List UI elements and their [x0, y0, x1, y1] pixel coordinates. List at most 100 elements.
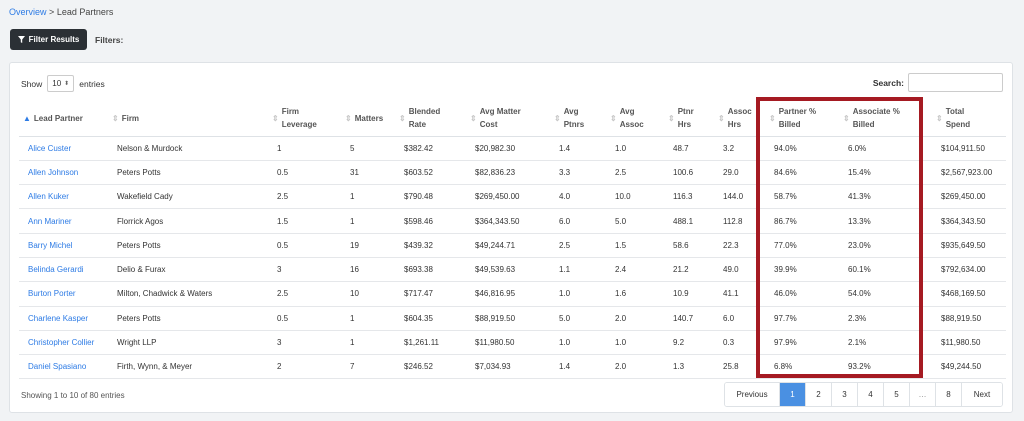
table-cell: $88,919.50 [932, 306, 1006, 331]
table-cell: Belinda Gerardi [19, 257, 108, 283]
sort-ascending-icon: ▲ [23, 113, 31, 123]
table-cell: 29.0 [714, 160, 765, 186]
page-last-button[interactable]: 8 [936, 383, 962, 406]
lead-partner-link[interactable]: Belinda Gerardi [28, 265, 84, 274]
table-cell: 31 [341, 160, 395, 186]
column-header-line1: Associate % [852, 107, 900, 117]
table-cell: 2.3% [839, 306, 932, 331]
page-1-button[interactable]: 1 [780, 383, 806, 406]
previous-page-button[interactable]: Previous [725, 383, 780, 406]
table-cell: 48.7 [664, 136, 714, 161]
column-header-content: ⇕ Partner % Billed [769, 105, 839, 131]
sort-icon: ⇕ [554, 113, 561, 123]
table-cell: 2.1% [839, 330, 932, 356]
page-5-button[interactable]: 5 [884, 383, 910, 406]
column-header[interactable]: ⇕ Assoc Hrs [714, 101, 765, 137]
results-card: Show 10 ⬍ entries Search: ▲ Lead Partner ⇕… [9, 62, 1013, 413]
table-cell: 1 [341, 330, 395, 356]
lead-partner-link[interactable]: Christopher Collier [28, 338, 94, 347]
table-cell: 7 [341, 354, 395, 380]
table-cell: 2.0 [606, 354, 664, 380]
table-cell: 3 [268, 257, 341, 283]
column-header[interactable]: ⇕ Ptnr Hrs [664, 101, 714, 137]
table-cell: 0.3 [714, 330, 765, 356]
breadcrumb-overview-link[interactable]: Overview [9, 7, 47, 17]
entries-select[interactable]: 10 ⬍ [47, 75, 75, 92]
table-cell: 0.5 [268, 160, 341, 186]
column-header-content: ⇕ Avg Matter Cost [470, 105, 550, 131]
column-header-line1: Firm [281, 107, 300, 117]
table-cell: $598.46 [395, 208, 466, 234]
column-header[interactable]: ⇕ Associate % Billed [839, 101, 932, 137]
table-cell: $82,836.23 [466, 160, 550, 186]
table-cell: $603.52 [395, 160, 466, 186]
table-cell: Milton, Chadwick & Waters [108, 281, 268, 307]
table-cell: 19 [341, 233, 395, 258]
lead-partner-link[interactable]: Daniel Spasiano [28, 362, 86, 371]
column-header-line2: Ptnrs [563, 120, 585, 130]
column-header-text: Avg Ptnrs [564, 105, 584, 131]
column-header-content: ⇕ Total Spend [936, 105, 1006, 131]
table-cell: 1.1 [550, 257, 606, 283]
column-header[interactable]: ▲ Lead Partner [19, 101, 108, 137]
column-header-content: ⇕ Assoc Hrs [718, 105, 765, 131]
column-header-line1: Matters [354, 113, 384, 123]
lead-partner-link[interactable]: Ann Mariner [28, 217, 72, 226]
sort-icon: ⇕ [610, 113, 617, 123]
column-header-text: Lead Partner [34, 112, 83, 125]
table-row: Allen Johnson Peters Potts 0.5 31 $603.52 $82… [19, 160, 1006, 186]
table-cell: 10 [341, 281, 395, 307]
column-header-content: ⇕ Firm Leverage [272, 105, 341, 131]
column-header-line2: Billed [778, 120, 801, 130]
table-cell: 1.3 [664, 354, 714, 380]
table-cell: 1 [341, 208, 395, 234]
table-cell: Firth, Wynn, & Meyer [108, 354, 268, 380]
table-cell: 97.9% [765, 330, 839, 356]
sort-icon: ⇕ [769, 113, 776, 123]
table-row: Christopher Collier Wright LLP 3 1 $1,261.11… [19, 330, 1006, 356]
page-3-button[interactable]: 3 [832, 383, 858, 406]
column-header[interactable]: ⇕ Matters [341, 101, 395, 137]
column-header[interactable]: ⇕ Blended Rate [395, 101, 466, 137]
column-header[interactable]: ⇕ Partner % Billed [765, 101, 839, 137]
lead-partner-link[interactable]: Barry Michel [28, 241, 72, 250]
page-2-button[interactable]: 2 [806, 383, 832, 406]
sort-icon: ⇕ [668, 113, 675, 123]
lead-partner-link[interactable]: Allen Johnson [28, 168, 78, 177]
lead-partner-link[interactable]: Charlene Kasper [28, 314, 88, 323]
column-header[interactable]: ⇕ Avg Ptnrs [550, 101, 606, 137]
column-header[interactable]: ⇕ Firm Leverage [268, 101, 341, 137]
column-header-text: Matters [355, 112, 383, 125]
search-input[interactable] [908, 73, 1003, 92]
column-header-text: Firm Leverage [282, 105, 317, 131]
table-cell: 22.3 [714, 233, 765, 258]
column-header[interactable]: ⇕ Avg Matter Cost [466, 101, 550, 137]
breadcrumb-separator: > [49, 7, 55, 17]
table-cell: $439.32 [395, 233, 466, 258]
column-header-line1: Firm [121, 113, 140, 123]
entries-label: entries [79, 78, 105, 89]
sort-icon: ⇕ [718, 113, 725, 123]
column-header-text: Associate % Billed [853, 105, 900, 131]
table-cell: Daniel Spasiano [19, 354, 108, 380]
table-cell: 1.0 [606, 330, 664, 356]
lead-partners-table: ▲ Lead Partner ⇕ Firm ⇕ Firm Leverage ⇕ Matters ⇕… [19, 101, 1006, 380]
lead-partner-link[interactable]: Alice Custer [28, 144, 71, 153]
table-cell: 39.9% [765, 257, 839, 283]
lead-partner-link[interactable]: Allen Kuker [28, 192, 69, 201]
table-cell: 1 [341, 184, 395, 210]
column-header-content: ⇕ Avg Ptnrs [554, 105, 606, 131]
filter-results-button[interactable]: Filter Results [10, 29, 87, 50]
sort-icon: ⇕ [843, 113, 850, 123]
table-cell: 2.4 [606, 257, 664, 283]
lead-partner-link[interactable]: Burton Porter [28, 289, 76, 298]
page-4-button[interactable]: 4 [858, 383, 884, 406]
column-header[interactable]: ⇕ Avg Assoc [606, 101, 664, 137]
column-header-line2: Billed [852, 120, 875, 130]
column-header[interactable]: ⇕ Firm [108, 101, 268, 137]
column-header[interactable]: ⇕ Total Spend [932, 101, 1006, 137]
table-cell: 5.0 [550, 306, 606, 331]
table-body: Alice Custer Nelson & Murdock 1 5 $382.42 $20… [19, 136, 1006, 380]
next-page-button[interactable]: Next [962, 383, 1002, 406]
table-cell: 6.0 [714, 306, 765, 331]
